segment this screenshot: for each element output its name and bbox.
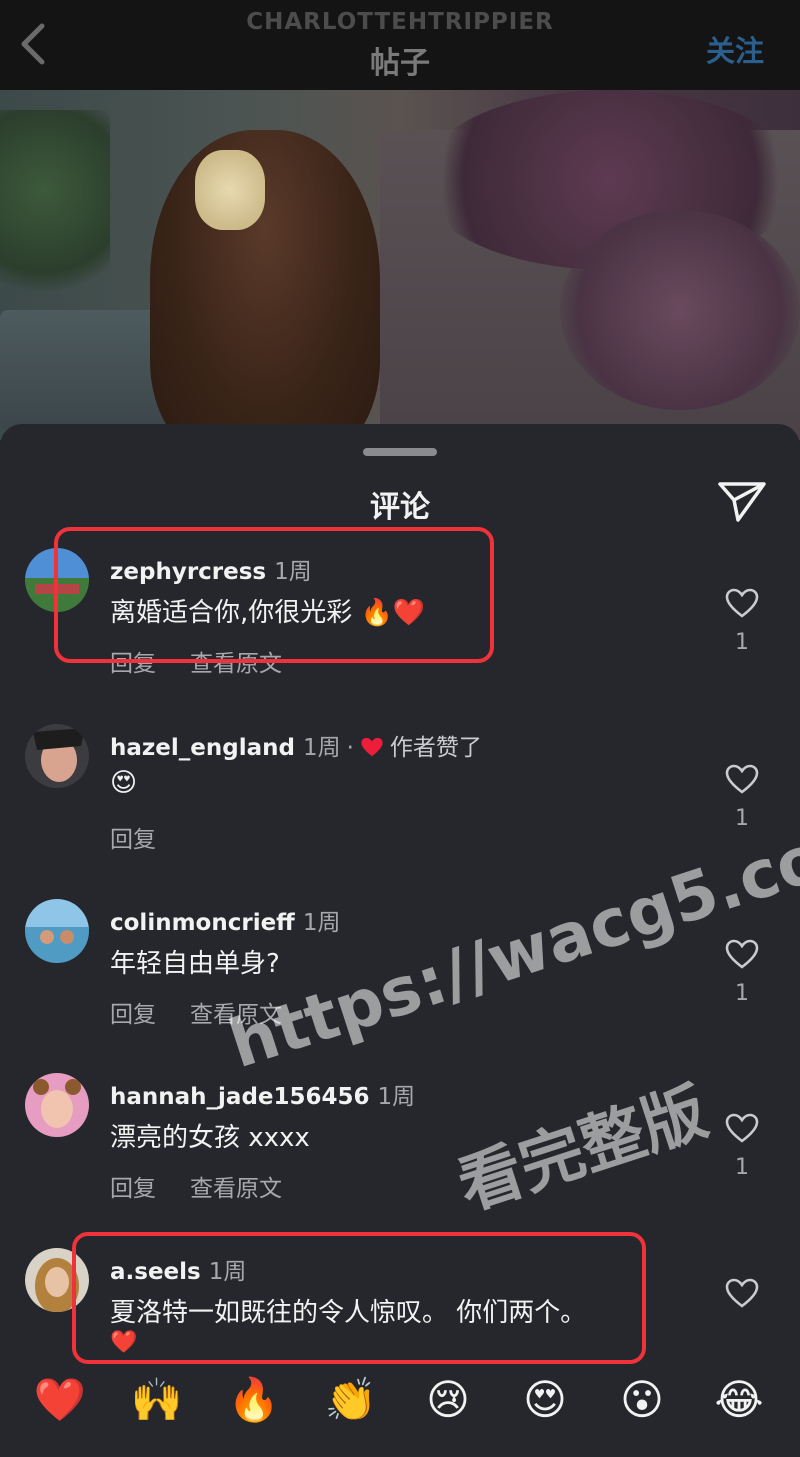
emoji-fire-button[interactable]: 🔥 bbox=[224, 1370, 284, 1430]
like-column: 1 bbox=[718, 1113, 766, 1180]
heart-icon[interactable] bbox=[725, 588, 759, 618]
emoji-crying-button[interactable]: 😢 bbox=[418, 1370, 478, 1430]
emoji-heart-eyes-button[interactable]: 😍 bbox=[515, 1370, 575, 1430]
follow-button[interactable]: 关注 bbox=[706, 28, 764, 70]
emoji-heart-button[interactable]: ❤️ bbox=[30, 1370, 90, 1430]
comment-username[interactable]: hazel_england bbox=[110, 735, 295, 761]
comment-text: 年轻自由单身? bbox=[110, 949, 280, 979]
separator-dot: · bbox=[346, 735, 354, 761]
heart-icon[interactable] bbox=[725, 1278, 759, 1308]
emoji-laughing-button[interactable]: 😂 bbox=[709, 1370, 769, 1430]
send-icon[interactable] bbox=[716, 478, 768, 524]
like-column: 1 bbox=[718, 939, 766, 1006]
post-author-username: CHARLOTTEHTRIPPIER bbox=[246, 9, 554, 35]
see-translation-button[interactable]: 查看原文 bbox=[190, 1176, 282, 1202]
comment-text: 😍 bbox=[110, 768, 138, 798]
sheet-title: 评论 bbox=[370, 490, 430, 525]
reply-button[interactable]: 回复 bbox=[110, 1176, 156, 1202]
sheet-drag-handle[interactable] bbox=[363, 448, 437, 456]
reply-button[interactable]: 回复 bbox=[110, 1002, 156, 1028]
post-photo bbox=[0, 90, 800, 440]
like-count: 1 bbox=[735, 981, 749, 1006]
photo-plant bbox=[0, 110, 110, 310]
comment-username[interactable]: colinmoncrieff bbox=[110, 910, 295, 936]
author-liked-heart-icon bbox=[361, 737, 383, 757]
comment-time: 1周 bbox=[302, 735, 341, 761]
emoji-clap-button[interactable]: 👏 bbox=[321, 1370, 381, 1430]
heart-icon[interactable] bbox=[725, 939, 759, 969]
emoji-raised-hands-button[interactable]: 🙌 bbox=[127, 1370, 187, 1430]
comment-time: 1周 bbox=[302, 910, 341, 936]
heart-icon[interactable] bbox=[725, 1113, 759, 1143]
top-bar: CHARLOTTEHTRIPPIER 帖子 关注 bbox=[0, 0, 800, 90]
avatar[interactable] bbox=[25, 724, 89, 788]
like-count: 1 bbox=[735, 806, 749, 831]
author-liked-label: 作者赞了 bbox=[389, 735, 482, 761]
heart-icon[interactable] bbox=[725, 764, 759, 794]
page-title: 帖子 bbox=[370, 46, 430, 81]
highlight-box bbox=[54, 527, 494, 663]
photo-hair-clip bbox=[195, 150, 265, 230]
comment-time: 1周 bbox=[377, 1084, 416, 1110]
like-column: 1 bbox=[718, 588, 766, 655]
like-count: 1 bbox=[735, 630, 749, 655]
highlight-box bbox=[72, 1232, 646, 1364]
reply-button[interactable]: 回复 bbox=[110, 827, 156, 853]
comment-username[interactable]: hannah_jade156456 bbox=[110, 1084, 370, 1110]
photo-person-hair bbox=[150, 130, 380, 440]
emoji-surprised-button[interactable]: 😮 bbox=[612, 1370, 672, 1430]
emoji-reaction-bar: ❤️ 🙌 🔥 👏 😢 😍 😮 😂 bbox=[0, 1370, 800, 1440]
photo-blossom bbox=[560, 210, 800, 410]
avatar[interactable] bbox=[25, 1073, 89, 1137]
like-column bbox=[718, 1278, 766, 1312]
like-count: 1 bbox=[735, 1155, 749, 1180]
like-column: 1 bbox=[718, 764, 766, 831]
comment-text: 漂亮的女孩 xxxx bbox=[110, 1123, 310, 1153]
avatar[interactable] bbox=[25, 899, 89, 963]
